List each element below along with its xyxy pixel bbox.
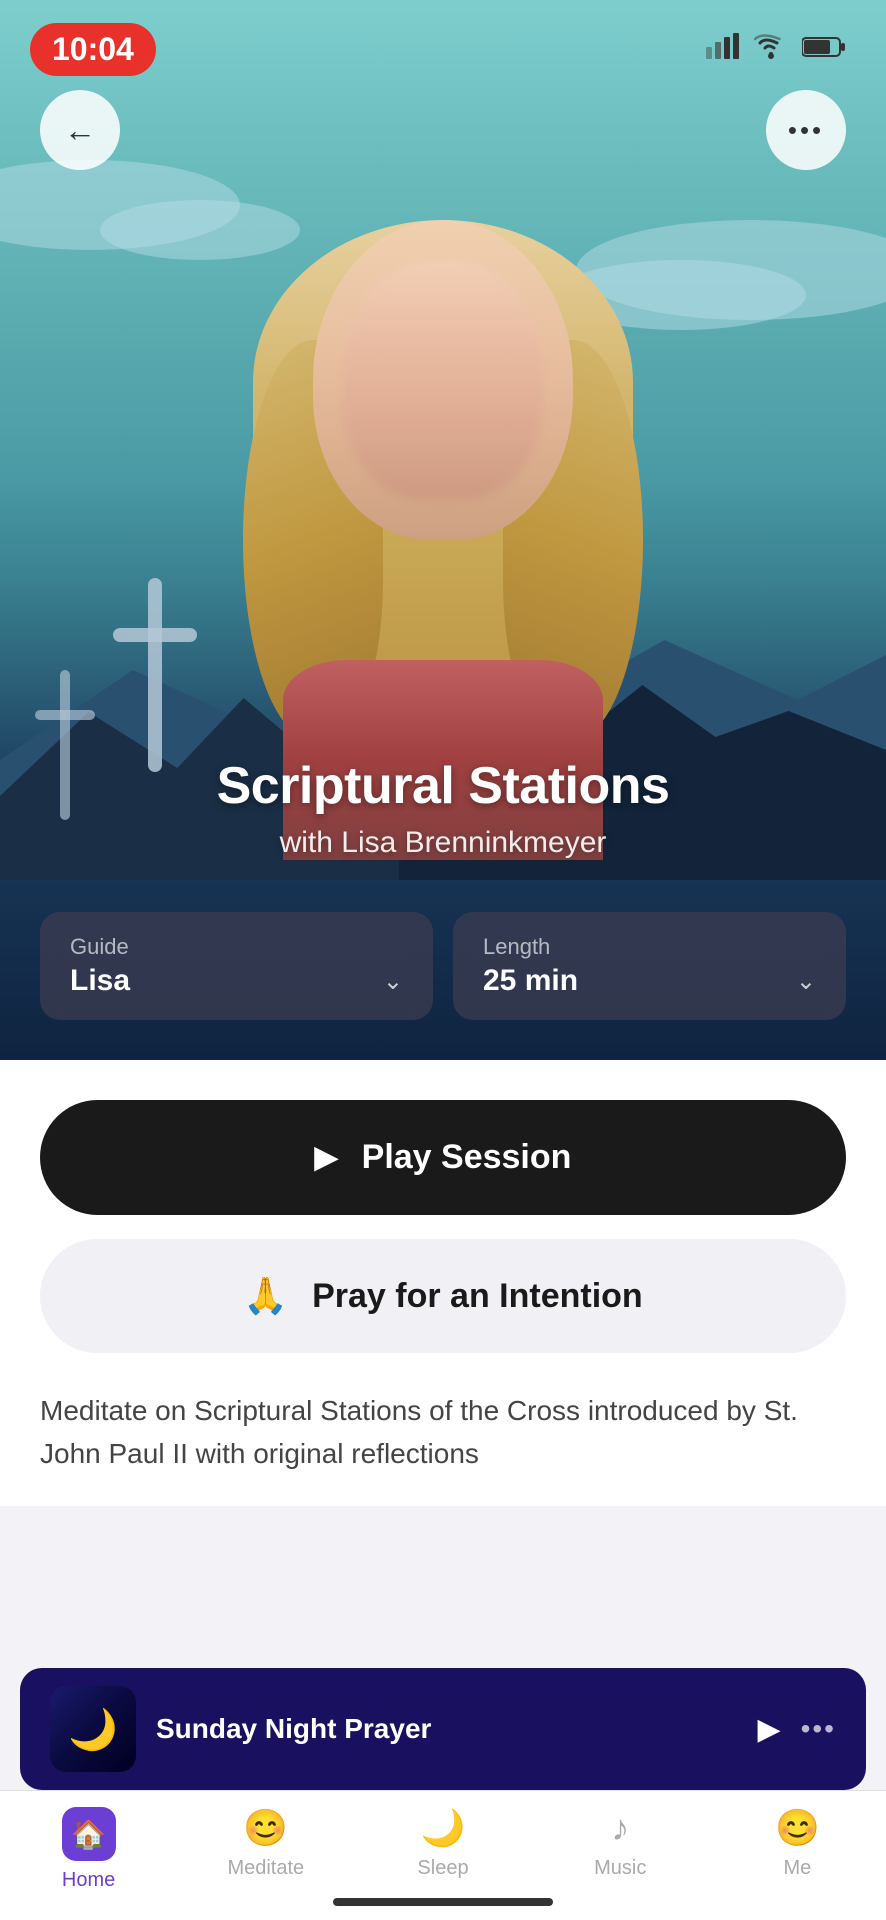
play-session-button[interactable]: ▶ Play Session (40, 1100, 846, 1215)
signal-icon (706, 33, 740, 66)
mini-player-title: Sunday Night Prayer (156, 1713, 738, 1745)
mini-player: 🌙 Sunday Night Prayer ▶ ••• (20, 1668, 866, 1790)
pray-intention-button[interactable]: 🙏 Pray for an Intention (40, 1239, 846, 1353)
tab-home[interactable]: 🏠 Home (0, 1807, 177, 1892)
sleep-icon: 🌙 (421, 1807, 466, 1849)
tab-home-label: Home (62, 1869, 115, 1892)
status-icons (706, 33, 846, 66)
hero-title: Scriptural Stations (0, 756, 886, 816)
length-filter-label: Length (483, 934, 816, 960)
main-content: ▶ Play Session 🙏 Pray for an Intention M… (0, 1060, 886, 1506)
battery-icon (802, 36, 846, 63)
tab-sleep-label: Sleep (417, 1857, 468, 1880)
me-icon: 😊 (775, 1807, 820, 1849)
guide-filter-value: Lisa (70, 964, 130, 998)
tab-me-label: Me (784, 1857, 812, 1880)
length-filter-value-row: 25 min ⌄ (483, 964, 816, 998)
tab-sleep[interactable]: 🌙 Sleep (354, 1807, 531, 1880)
play-session-label: Play Session (362, 1138, 572, 1177)
description-text: Meditate on Scriptural Stations of the C… (40, 1389, 846, 1506)
length-chevron-icon: ⌄ (796, 967, 816, 996)
filter-row: Guide Lisa ⌄ Length 25 min ⌄ (40, 912, 846, 1020)
hero-section: Scriptural Stations with Lisa Brenninkme… (0, 0, 886, 1060)
tab-meditate[interactable]: 😊 Meditate (177, 1807, 354, 1880)
back-arrow-icon: ← (64, 112, 96, 149)
hero-text: Scriptural Stations with Lisa Brenninkme… (0, 756, 886, 860)
guide-filter-label: Guide (70, 934, 403, 960)
hero-subtitle: with Lisa Brenninkmeyer (0, 826, 886, 860)
status-time: 10:04 (30, 23, 156, 76)
content-area: ▶ Play Session 🙏 Pray for an Intention M… (0, 1060, 886, 1506)
status-bar: 10:04 (0, 0, 886, 80)
cross-main (110, 575, 200, 780)
more-button[interactable]: ••• (766, 90, 846, 170)
length-filter[interactable]: Length 25 min ⌄ (453, 912, 846, 1020)
home-bar-indicator (333, 1898, 553, 1906)
tab-me[interactable]: 😊 Me (709, 1807, 886, 1880)
play-icon: ▶ (315, 1140, 338, 1175)
tab-music[interactable]: ♪ Music (532, 1807, 709, 1880)
home-icon: 🏠 (62, 1807, 116, 1861)
wifi-icon (754, 34, 788, 65)
tab-meditate-label: Meditate (227, 1857, 304, 1880)
pray-icon: 🙏 (243, 1275, 288, 1317)
figure-face (343, 260, 543, 500)
mini-player-play-button[interactable]: ▶ (758, 1712, 781, 1747)
guide-filter-value-row: Lisa ⌄ (70, 964, 403, 998)
pray-intention-label: Pray for an Intention (312, 1277, 643, 1316)
guide-filter[interactable]: Guide Lisa ⌄ (40, 912, 433, 1020)
guide-chevron-icon: ⌄ (383, 967, 403, 996)
music-icon: ♪ (611, 1807, 629, 1849)
mini-player-more-button[interactable]: ••• (801, 1713, 836, 1745)
back-button[interactable]: ← (40, 90, 120, 170)
length-filter-value: 25 min (483, 964, 578, 998)
tab-music-label: Music (594, 1857, 646, 1880)
more-icon: ••• (788, 117, 824, 143)
mini-player-thumbnail: 🌙 (50, 1686, 136, 1772)
meditate-icon: 😊 (243, 1807, 288, 1849)
